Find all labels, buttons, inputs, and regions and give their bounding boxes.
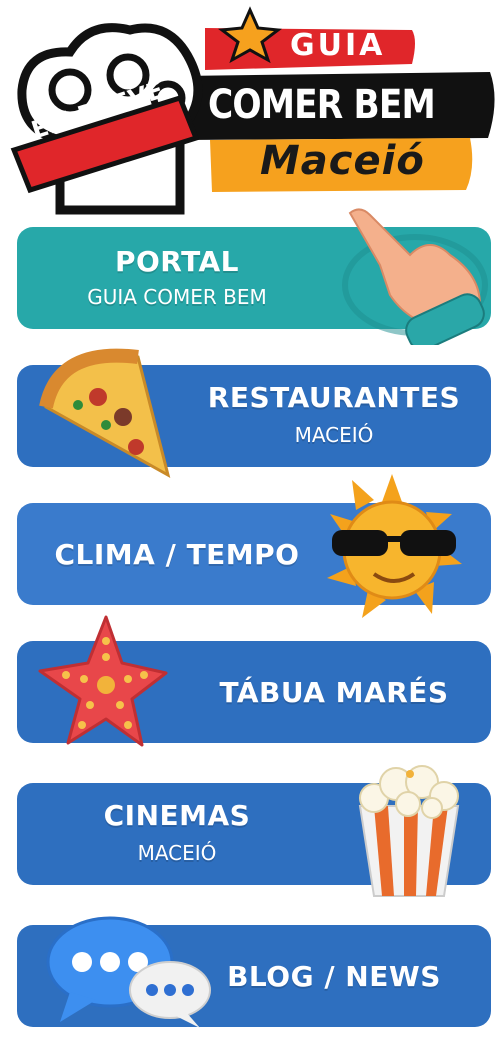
cinemas-subtitle: MACEIÓ xyxy=(137,841,217,865)
portal-title: PORTAL xyxy=(114,245,240,278)
starfish-icon xyxy=(38,615,168,747)
logo-comer-bem-text: COMER BEM xyxy=(208,82,436,128)
logo-city-script: Maceió xyxy=(260,138,425,184)
pizza-icon xyxy=(39,348,171,479)
restaurantes-subtitle: MACEIÓ xyxy=(294,423,374,447)
blog-news-title: BLOG / NEWS xyxy=(227,960,441,993)
pointing-hand-icon xyxy=(342,208,488,345)
chat-bubbles-icon xyxy=(46,916,211,1028)
restaurantes-title: RESTAURANTES xyxy=(207,381,461,414)
guia-comer-bem-logo: GUIA COMER BEM Maceió EM BREVE xyxy=(0,0,500,225)
popcorn-icon xyxy=(358,765,460,897)
cinemas-title: CINEMAS xyxy=(103,799,251,832)
portal-subtitle: GUIA COMER BEM xyxy=(87,285,267,309)
tabua-mares-title: TÁBUA MARÉS xyxy=(219,676,449,709)
clima-tempo-title: CLIMA / TEMPO xyxy=(54,538,300,571)
logo-guia-text: GUIA xyxy=(290,28,386,63)
sun-sunglasses-icon xyxy=(327,474,462,618)
